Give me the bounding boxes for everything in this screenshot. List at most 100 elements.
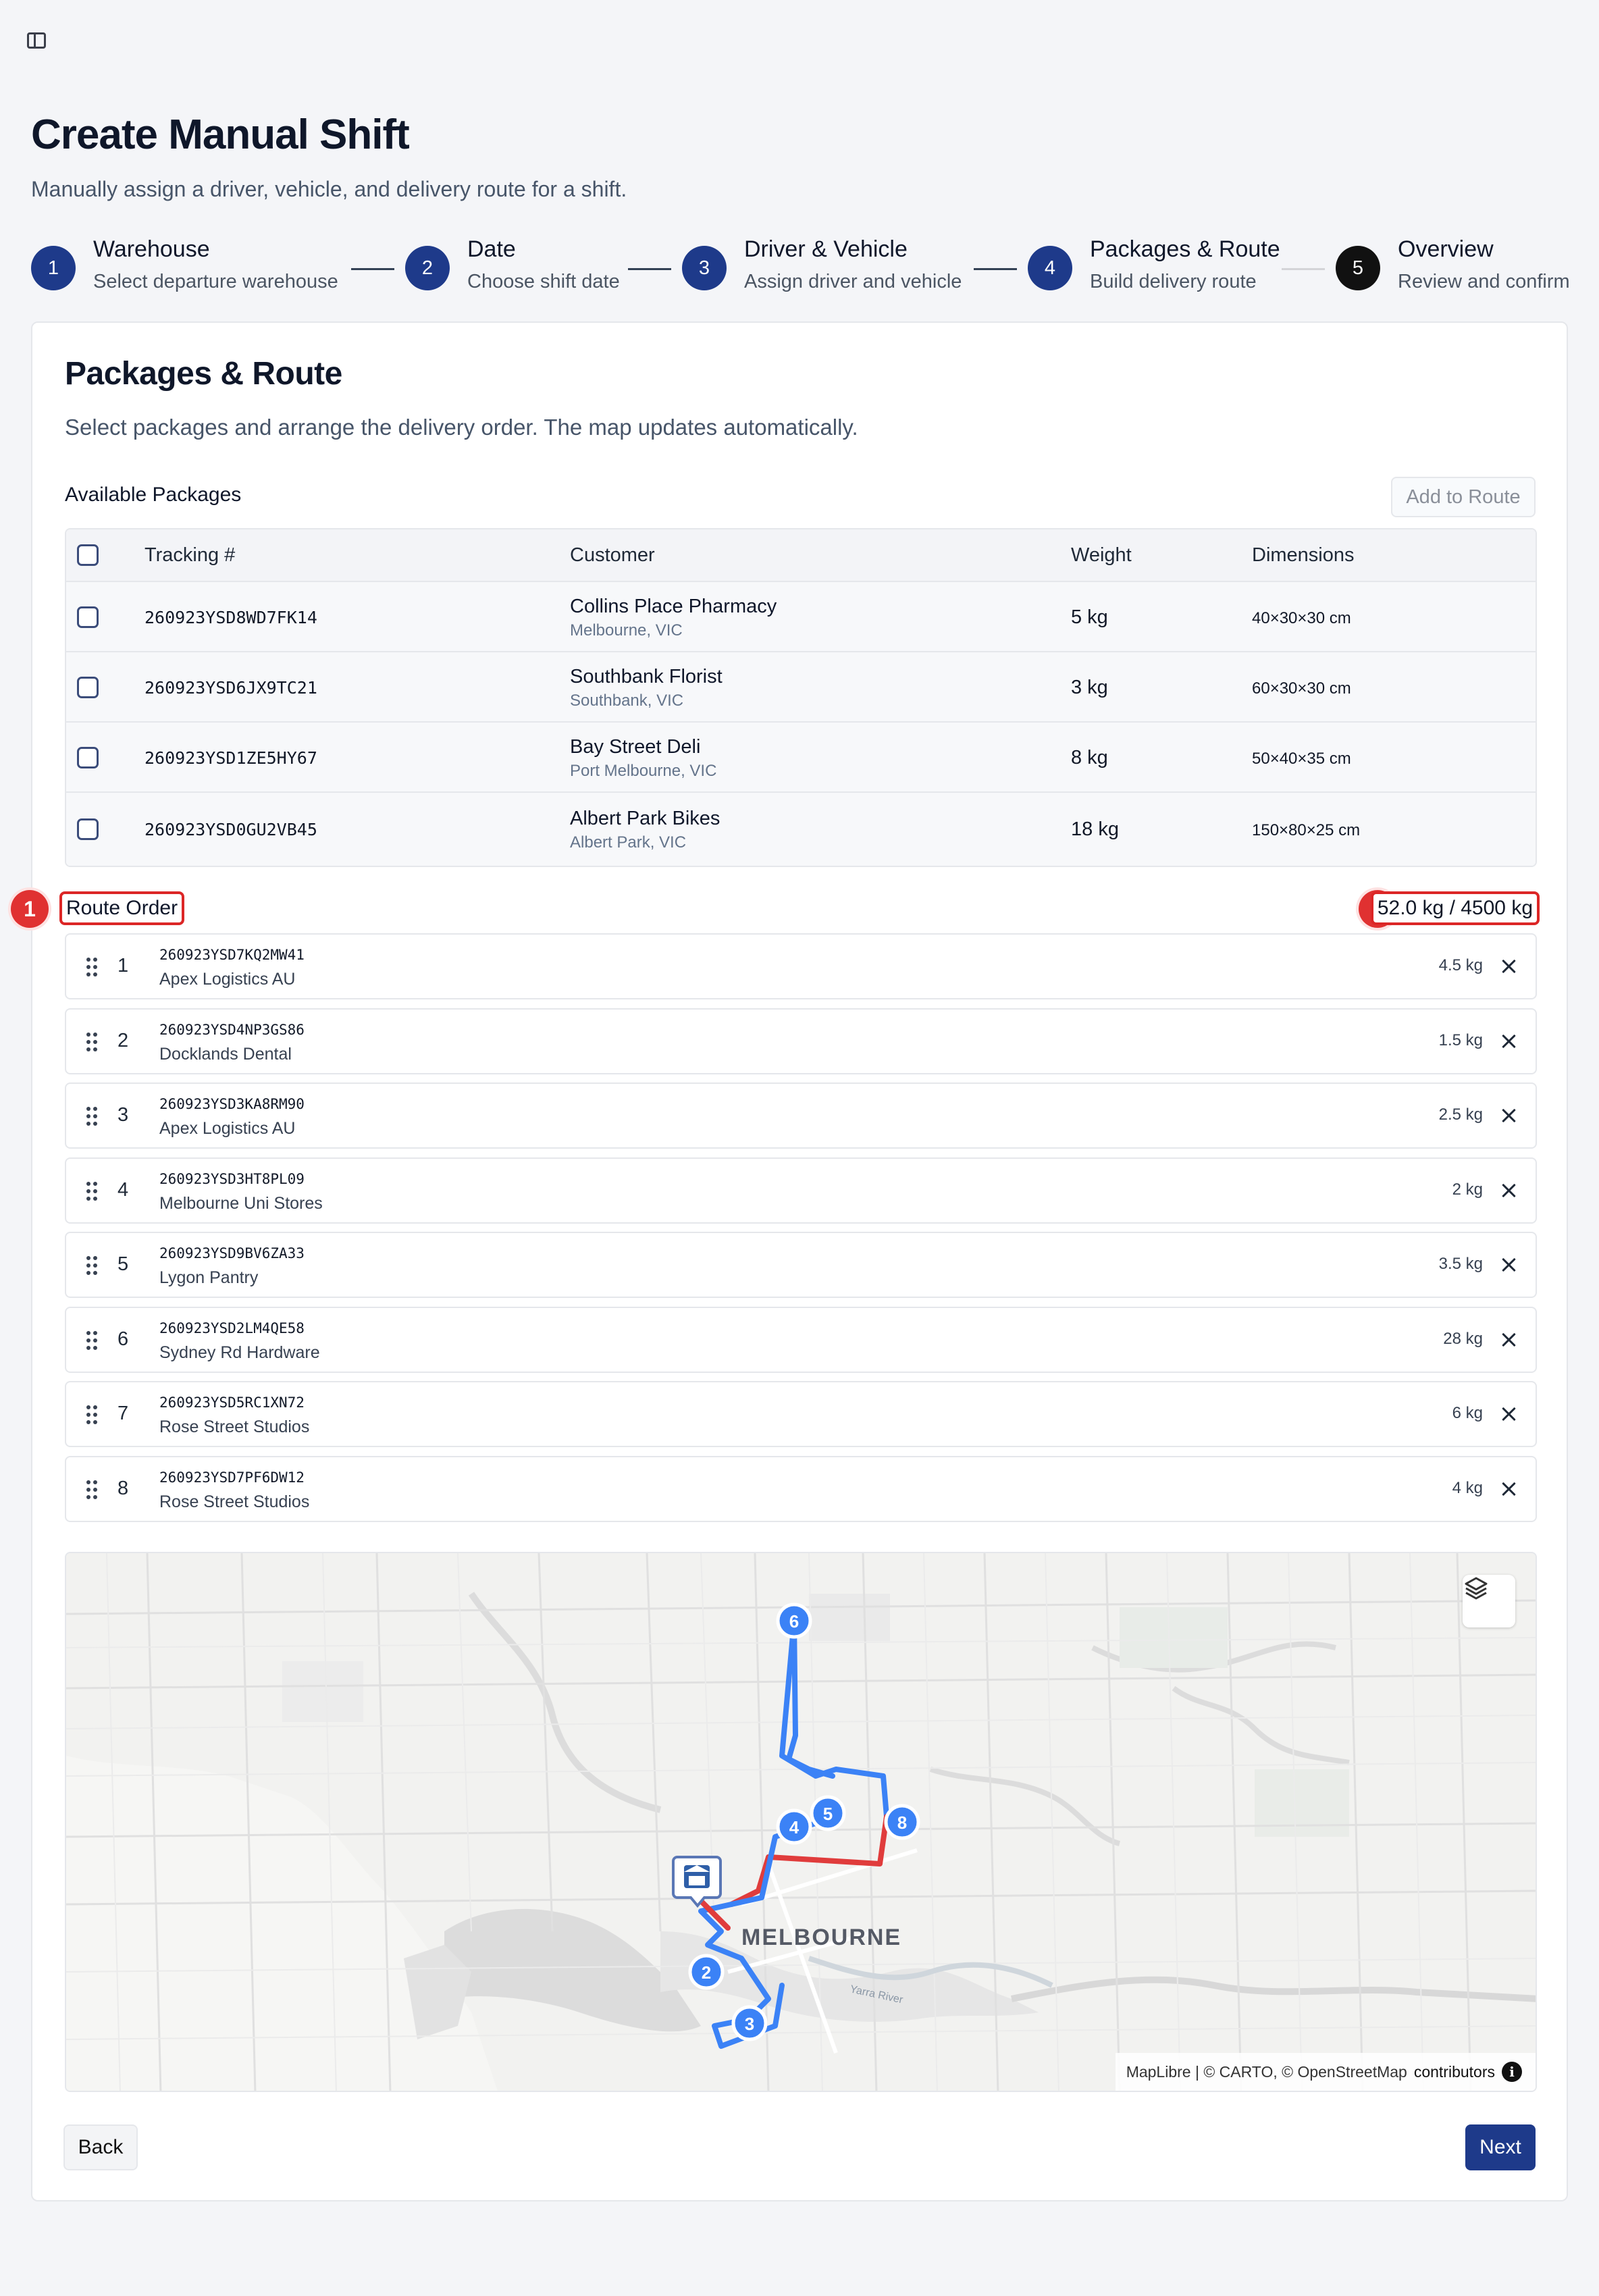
page-subtitle: Manually assign a driver, vehicle, and d…	[31, 177, 627, 201]
add-to-route-button[interactable]: Add to Route	[1391, 477, 1536, 517]
route-item[interactable]: 2 260923YSD4NP3GS86 Docklands Dental 1.5 kg	[65, 1008, 1537, 1074]
drag-handle-icon[interactable]	[86, 1033, 99, 1051]
route-item-tracking: 260923YSD2LM4QE58	[159, 1320, 305, 1336]
back-button[interactable]: Back	[63, 2124, 138, 2170]
next-button[interactable]: Next	[1465, 2124, 1536, 2170]
step-title: Warehouse	[93, 236, 210, 262]
sidebar-toggle-icon[interactable]	[27, 32, 46, 49]
step-packages-route[interactable]: 4 Packages & Route Build delivery route	[1028, 236, 1280, 293]
remove-icon[interactable]	[1498, 1104, 1521, 1127]
step-connector	[628, 268, 671, 270]
step-date[interactable]: 2 Date Choose shift date	[405, 236, 620, 293]
map-marker-6[interactable]: 6	[776, 1602, 812, 1639]
route-item-customer: Lygon Pantry	[159, 1268, 259, 1287]
column-header-weight: Weight	[1071, 544, 1132, 566]
annotation-badge: 1	[11, 890, 49, 928]
route-item-customer: Melbourne Uni Stores	[159, 1194, 323, 1213]
route-item[interactable]: 4 260923YSD3HT8PL09 Melbourne Uni Stores 2 …	[65, 1157, 1537, 1224]
route-item[interactable]: 7 260923YSD5RC1XN72 Rose Street Studios 6 k…	[65, 1381, 1537, 1447]
stepper: 1 Warehouse Select departure warehouse 2…	[31, 236, 1570, 304]
map-marker-8[interactable]: 8	[884, 1804, 920, 1840]
table-row[interactable]: 260923YSD6JX9TC21 Southbank Florist Sout…	[66, 651, 1536, 721]
step-driver-vehicle[interactable]: 3 Driver & Vehicle Assign driver and veh…	[682, 236, 962, 293]
route-item-tracking: 260923YSD4NP3GS86	[159, 1022, 305, 1038]
table-row[interactable]: 260923YSD8WD7FK14 Collins Place Pharmacy…	[66, 581, 1536, 651]
remove-icon[interactable]	[1498, 1328, 1521, 1351]
package-weight: 18 kg	[1071, 818, 1119, 840]
route-item-order: 8	[117, 1478, 129, 1499]
route-item[interactable]: 1 260923YSD7KQ2MW41 Apex Logistics AU 4.5 k…	[65, 933, 1537, 999]
route-item-weight: 2.5 kg	[1438, 1105, 1483, 1124]
route-item-tracking: 260923YSD3HT8PL09	[159, 1171, 305, 1187]
route-item-weight: 1.5 kg	[1438, 1031, 1483, 1049]
tracking-number: 260923YSD0GU2VB45	[145, 820, 317, 839]
attribution-text[interactable]: MapLibre | © CARTO, © OpenStreetMap	[1126, 2063, 1407, 2081]
drag-handle-icon[interactable]	[86, 1331, 99, 1350]
customer-location: Port Melbourne, VIC	[570, 762, 717, 780]
route-item-order: 1	[117, 955, 129, 976]
route-item-customer: Rose Street Studios	[159, 1417, 310, 1436]
route-weight-summary: 52.0 kg / 4500 kg	[1370, 891, 1540, 925]
map-marker-4[interactable]: 4	[776, 1808, 812, 1845]
step-description: Select departure warehouse	[93, 271, 338, 292]
drag-handle-icon[interactable]	[86, 1256, 99, 1275]
route-item-weight: 4.5 kg	[1438, 956, 1483, 974]
map-marker-5[interactable]: 5	[810, 1795, 846, 1831]
step-connector	[1282, 268, 1325, 270]
select-all-checkbox[interactable]	[77, 544, 99, 566]
step-overview[interactable]: 5 Overview Review and confirm	[1336, 236, 1570, 293]
remove-icon[interactable]	[1498, 1478, 1521, 1501]
remove-icon[interactable]	[1498, 1030, 1521, 1053]
route-item-customer: Apex Logistics AU	[159, 970, 296, 989]
drag-handle-icon[interactable]	[86, 1182, 99, 1201]
route-item[interactable]: 6 260923YSD2LM4QE58 Sydney Rd Hardware 28 k…	[65, 1307, 1537, 1373]
table-header: Tracking # Customer Weight Dimensions	[66, 529, 1536, 581]
route-item-customer: Rose Street Studios	[159, 1492, 310, 1511]
remove-icon[interactable]	[1498, 1179, 1521, 1202]
route-item-tracking: 260923YSD5RC1XN72	[159, 1394, 305, 1411]
step-connector	[351, 268, 394, 270]
step-warehouse[interactable]: 1 Warehouse Select departure warehouse	[31, 236, 338, 293]
route-item[interactable]: 5 260923YSD9BV6ZA33 Lygon Pantry 3.5 kg	[65, 1232, 1537, 1298]
row-checkbox[interactable]	[77, 818, 99, 840]
row-checkbox[interactable]	[77, 606, 99, 628]
packages-route-card: Packages & Route Select packages and arr…	[11, 321, 1568, 2201]
map-marker-3[interactable]: 3	[731, 2005, 768, 2041]
package-weight: 3 kg	[1071, 677, 1108, 698]
step-number: 5	[1336, 246, 1380, 290]
layers-icon	[1465, 1577, 1488, 1600]
svg-text:2: 2	[702, 1962, 711, 1983]
drag-handle-icon[interactable]	[86, 958, 99, 976]
route-item-weight: 4 kg	[1452, 1479, 1483, 1497]
route-item-order: 4	[117, 1179, 129, 1201]
drag-handle-icon[interactable]	[86, 1480, 99, 1499]
tracking-number: 260923YSD8WD7FK14	[145, 608, 317, 627]
route-item[interactable]: 8 260923YSD7PF6DW12 Rose Street Studios 4 k…	[65, 1456, 1537, 1522]
remove-icon[interactable]	[1498, 955, 1521, 978]
step-title: Packages & Route	[1090, 236, 1280, 262]
customer-name: Southbank Florist	[570, 666, 723, 687]
step-title: Date	[467, 236, 516, 262]
table-row[interactable]: 260923YSD0GU2VB45 Albert Park Bikes Albe…	[66, 791, 1536, 866]
drag-handle-icon[interactable]	[86, 1405, 99, 1424]
tracking-number: 260923YSD1ZE5HY67	[145, 748, 317, 768]
route-item[interactable]: 3 260923YSD3KA8RM90 Apex Logistics AU 2.5 k…	[65, 1082, 1537, 1149]
step-description: Assign driver and vehicle	[744, 271, 962, 292]
available-packages-table: Tracking # Customer Weight Dimensions 26…	[65, 528, 1537, 867]
map-canvas[interactable]: MELBOURNE Yarra River 6 5 4 8 2 3	[66, 1553, 1537, 2092]
info-icon[interactable]: i	[1502, 2062, 1522, 2082]
warehouse-marker-icon[interactable]	[672, 1856, 722, 1908]
map-marker-2[interactable]: 2	[688, 1954, 725, 1990]
step-number: 2	[405, 246, 450, 290]
attribution-contributors[interactable]: contributors	[1414, 2063, 1495, 2081]
row-checkbox[interactable]	[77, 747, 99, 768]
route-map[interactable]: MELBOURNE Yarra River 6 5 4 8 2 3 MapLib…	[65, 1552, 1537, 2092]
table-row[interactable]: 260923YSD1ZE5HY67 Bay Street Deli Port M…	[66, 721, 1536, 791]
drag-handle-icon[interactable]	[86, 1107, 99, 1126]
remove-icon[interactable]	[1498, 1403, 1521, 1426]
route-item-order: 3	[117, 1104, 129, 1126]
row-checkbox[interactable]	[77, 677, 99, 698]
remove-icon[interactable]	[1498, 1253, 1521, 1276]
card-title: Packages & Route	[65, 356, 342, 392]
layers-button[interactable]	[1463, 1575, 1515, 1627]
